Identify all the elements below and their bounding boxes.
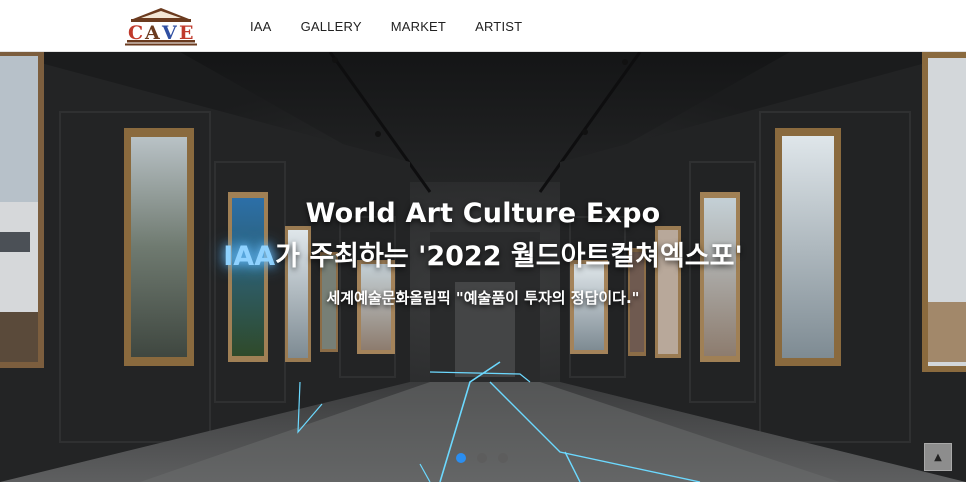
svg-text:A: A (144, 22, 160, 44)
site-logo[interactable]: C A V E (121, 6, 201, 46)
slide-dot-1[interactable] (456, 453, 466, 463)
hero-title: World Art Culture Expo (305, 198, 661, 229)
nav-item-gallery[interactable]: GALLERY (301, 19, 362, 34)
logo-emblem: C A V E (125, 8, 197, 46)
hero-title-rest: 가 주최하는 '2022 월드아트컬쳐엑스포' (275, 241, 743, 272)
main-nav: IAA GALLERY MARKET ARTIST (250, 0, 551, 52)
nav-item-iaa[interactable]: IAA (250, 19, 272, 34)
hero-title-highlight: IAA (223, 241, 276, 272)
nav-item-market[interactable]: MARKET (391, 19, 446, 34)
hero-subtitle: 세계예술문화올림픽 "예술품이 투자의 정답이다." (326, 289, 640, 307)
arrow-up-icon: ▲ (934, 451, 942, 463)
nav-item-artist[interactable]: ARTIST (475, 19, 522, 34)
site-header: C A V E IAA GALLERY MARKET ARTIST (0, 0, 966, 52)
scroll-to-top-button[interactable]: ▲ (924, 443, 952, 471)
slide-dot-2[interactable] (477, 453, 487, 463)
slide-indicators (456, 453, 519, 463)
svg-text:E: E (179, 22, 193, 44)
hero-title-korean: IAA가 주최하는 '2022 월드아트컬쳐엑스포' (0, 234, 966, 273)
hero-slider: World Art Culture Expo IAA가 주최하는 '2022 월… (0, 52, 966, 482)
svg-text:V: V (161, 22, 178, 44)
slide-dot-3[interactable] (498, 453, 508, 463)
svg-text:C: C (128, 22, 143, 44)
